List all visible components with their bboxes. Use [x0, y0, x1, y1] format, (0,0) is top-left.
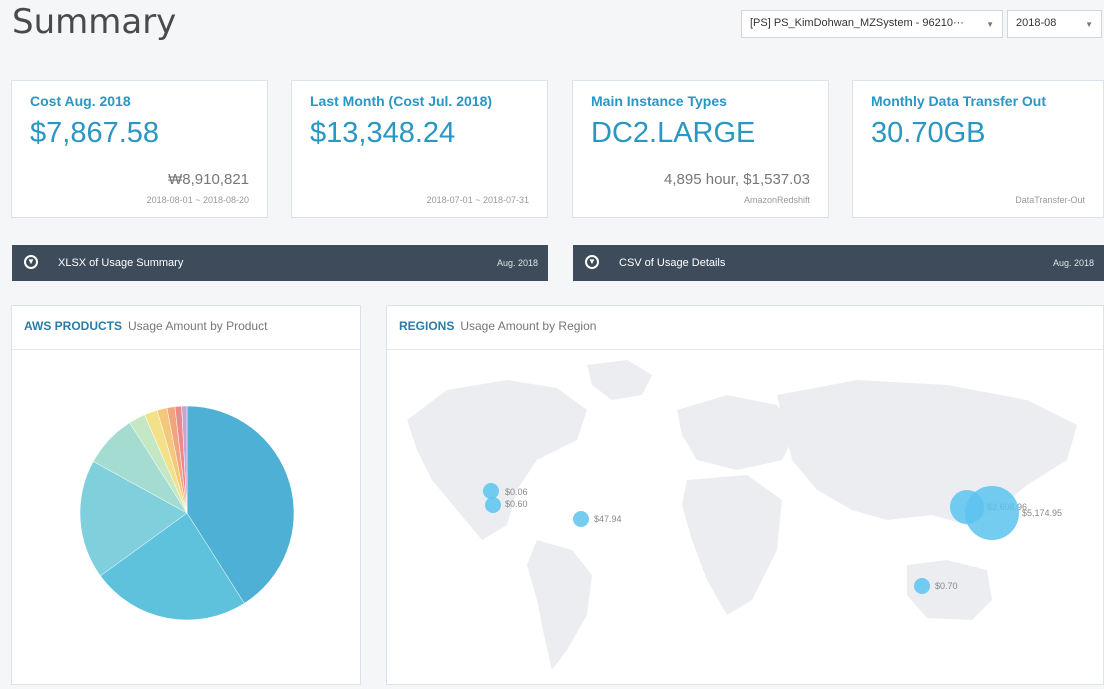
- download-icon: ▼: [585, 255, 599, 269]
- card-value: $7,867.58: [30, 117, 160, 149]
- region-bubble[interactable]: [965, 486, 1019, 540]
- card-label: Last Month (Cost Jul. 2018): [310, 93, 493, 109]
- chevron-down-icon: ▼: [986, 20, 994, 29]
- download-label: CSV of Usage Details: [619, 257, 726, 269]
- last-month-card: Last Month (Cost Jul. 2018) $13,348.24 2…: [291, 80, 548, 218]
- region-bubble[interactable]: [914, 578, 930, 594]
- products-panel-header: AWS PRODUCTS Usage Amount by Product: [12, 306, 360, 350]
- card-range: 2018-07-01 ~ 2018-07-31: [426, 195, 529, 205]
- region-bubble[interactable]: [485, 497, 501, 513]
- page-title: Summary: [12, 2, 177, 42]
- download-icon: ▼: [24, 255, 38, 269]
- card-range: 2018-08-01 ~ 2018-08-20: [146, 195, 249, 205]
- download-date: Aug. 2018: [1052, 258, 1094, 268]
- region-map: $0.06$0.60$47.94$2,608.96$5,174.95$0.70: [407, 360, 1077, 670]
- region-bubble-label: $0.60: [505, 499, 528, 509]
- csv-download-button[interactable]: ▼ CSV of Usage Details Aug. 2018: [573, 245, 1104, 281]
- product-pie-chart: [79, 405, 295, 621]
- region-bubble-label: $5,174.95: [1022, 508, 1062, 518]
- chevron-down-icon: ▼: [1085, 20, 1093, 29]
- data-transfer-card: Monthly Data Transfer Out 30.70GB DataTr…: [852, 80, 1104, 218]
- region-bubble[interactable]: [483, 483, 499, 499]
- xlsx-download-button[interactable]: ▼ XLSX of Usage Summary Aug. 2018: [12, 245, 548, 281]
- panel-title: REGIONS: [399, 319, 455, 333]
- card-label: Cost Aug. 2018: [30, 93, 131, 109]
- account-select-value: [PS] PS_KimDohwan_MZSystem - 96210···: [750, 17, 964, 29]
- card-label: Main Instance Types: [591, 93, 727, 109]
- card-range: AmazonRedshift: [743, 195, 810, 205]
- region-bubble[interactable]: [573, 511, 589, 527]
- download-date: Aug. 2018: [496, 258, 538, 268]
- card-label: Monthly Data Transfer Out: [871, 93, 1047, 109]
- card-range: DataTransfer-Out: [1015, 195, 1085, 205]
- cost-card: Cost Aug. 2018 $7,867.58 ₩8,910,821 2018…: [11, 80, 268, 218]
- panel-subtitle: Usage Amount by Region: [460, 319, 597, 333]
- card-value: 30.70GB: [871, 117, 986, 149]
- card-value: DC2.LARGE: [591, 117, 756, 149]
- regions-panel-header: REGIONS Usage Amount by Region: [387, 306, 1103, 350]
- download-label: XLSX of Usage Summary: [58, 257, 184, 269]
- region-bubble-label: $0.06: [505, 487, 528, 497]
- region-bubble-label: $47.94: [594, 514, 622, 524]
- regions-panel: REGIONS Usage Amount by Region $0.06 $0.60…: [386, 305, 1104, 685]
- instance-types-card: Main Instance Types DC2.LARGE 4,895 hour…: [572, 80, 829, 218]
- month-select-value: 2018-08: [1016, 17, 1057, 29]
- panel-subtitle: Usage Amount by Product: [128, 319, 268, 333]
- card-value: $13,348.24: [310, 117, 456, 149]
- card-subvalue: ₩8,910,821: [168, 171, 249, 188]
- card-subvalue: 4,895 hour, $1,537.03: [664, 171, 810, 188]
- account-select[interactable]: [PS] PS_KimDohwan_MZSystem - 96210··· ▼: [741, 10, 1003, 38]
- panel-title: AWS PRODUCTS: [24, 319, 123, 333]
- region-bubble-label: $0.70: [935, 581, 958, 591]
- month-select[interactable]: 2018-08 ▼: [1007, 10, 1102, 38]
- products-panel: AWS PRODUCTS Usage Amount by Product: [11, 305, 361, 685]
